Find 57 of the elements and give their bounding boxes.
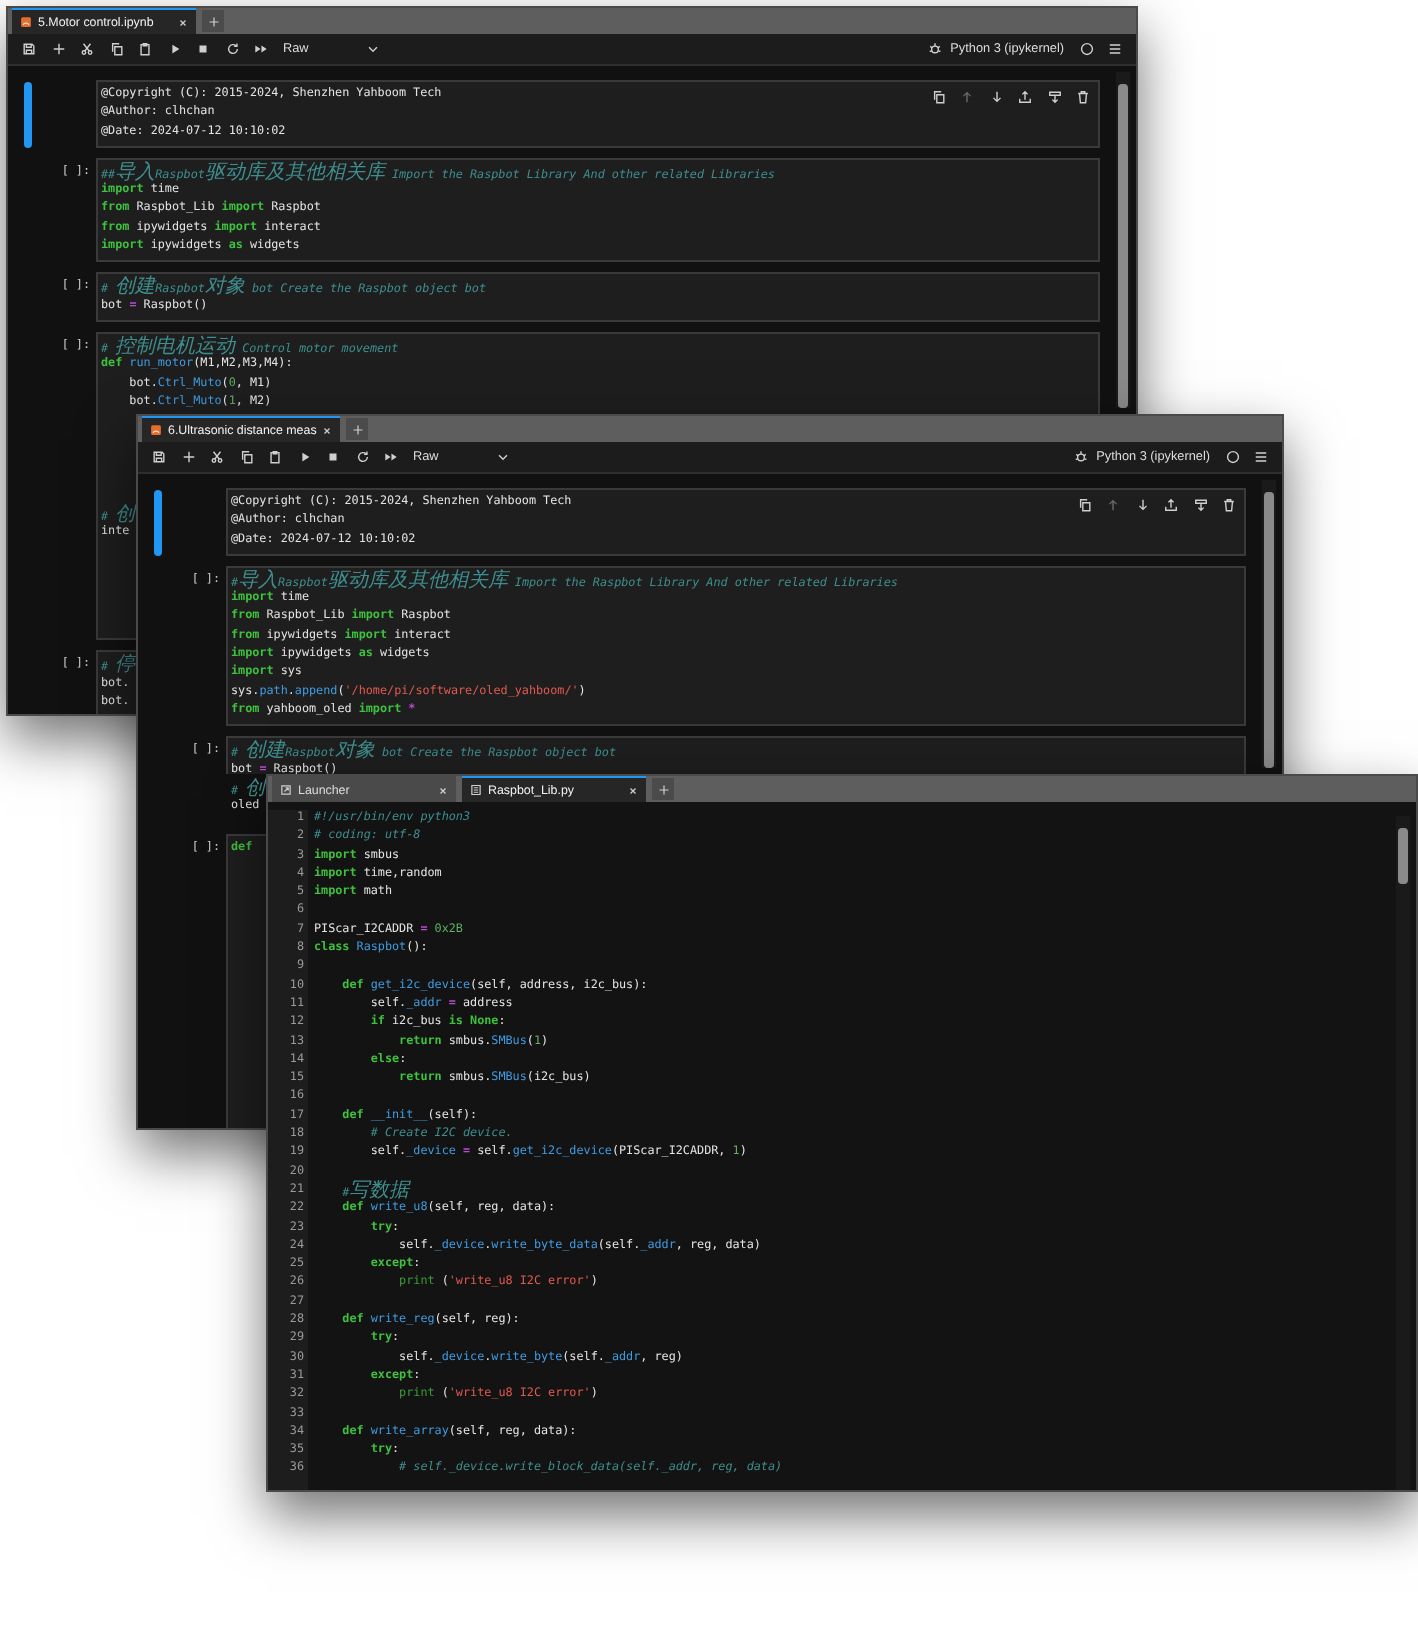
save-icon[interactable] <box>152 450 166 464</box>
trash-icon[interactable] <box>1076 90 1090 104</box>
duplicate-icon[interactable] <box>931 90 945 104</box>
run-icon[interactable] <box>297 450 311 464</box>
trash-icon[interactable] <box>1222 498 1236 512</box>
cut-icon[interactable] <box>210 450 224 464</box>
paste-icon[interactable] <box>268 450 282 464</box>
new-tab-button[interactable] <box>652 778 674 800</box>
new-tab-button[interactable] <box>346 418 369 440</box>
close-icon[interactable] <box>178 17 188 27</box>
add-icon[interactable] <box>181 450 195 464</box>
notebook-cell[interactable] <box>226 565 1246 727</box>
stop-icon[interactable] <box>326 450 340 464</box>
plus-icon <box>657 783 669 795</box>
arrow-up-icon[interactable] <box>960 90 974 104</box>
kernel-status-icon <box>1225 450 1239 464</box>
fast-forward-icon[interactable] <box>254 42 268 56</box>
restart-icon[interactable] <box>225 42 239 56</box>
scrollbar-thumb[interactable] <box>1264 492 1274 768</box>
copy-icon[interactable] <box>109 42 123 56</box>
notebook-icon <box>150 424 162 436</box>
caret-icon <box>365 42 379 56</box>
restart-icon[interactable] <box>355 450 369 464</box>
insert-below-icon[interactable] <box>1047 90 1061 104</box>
duplicate-icon[interactable] <box>1077 498 1091 512</box>
save-icon[interactable] <box>22 42 36 56</box>
scrollbar[interactable] <box>1116 72 1130 408</box>
arrow-up-icon[interactable] <box>1106 498 1120 512</box>
insert-below-icon[interactable] <box>1193 498 1207 512</box>
menu-icon[interactable] <box>1108 42 1122 56</box>
close-icon[interactable] <box>628 785 638 795</box>
close-icon[interactable] <box>322 425 333 435</box>
cut-icon[interactable] <box>80 42 94 56</box>
plus-icon <box>351 423 364 435</box>
scrollbar-thumb[interactable] <box>1118 84 1128 408</box>
copy-icon[interactable] <box>239 450 253 464</box>
scrollbar[interactable] <box>1262 480 1276 768</box>
stop-icon[interactable] <box>196 42 210 56</box>
scrollbar-thumb[interactable] <box>1398 828 1408 884</box>
tray-arrow-icon[interactable] <box>1164 498 1178 512</box>
run-icon[interactable] <box>167 42 181 56</box>
launcher-icon <box>280 784 292 796</box>
scrollbar[interactable] <box>1396 816 1410 1490</box>
arrow-down-icon[interactable] <box>989 90 1003 104</box>
fast-forward-icon[interactable] <box>384 450 398 464</box>
notebook-icon <box>20 16 32 28</box>
caret-icon <box>495 450 509 464</box>
kernel-status-icon <box>1079 42 1093 56</box>
tray-arrow-icon[interactable] <box>1018 90 1032 104</box>
add-icon[interactable] <box>51 42 65 56</box>
arrow-down-icon[interactable] <box>1135 498 1149 512</box>
paste-icon[interactable] <box>138 42 152 56</box>
plus-icon <box>207 15 219 27</box>
new-tab-button[interactable] <box>202 10 224 32</box>
text-file-icon <box>470 784 482 796</box>
menu-icon[interactable] <box>1254 450 1268 464</box>
close-icon[interactable] <box>438 785 448 795</box>
